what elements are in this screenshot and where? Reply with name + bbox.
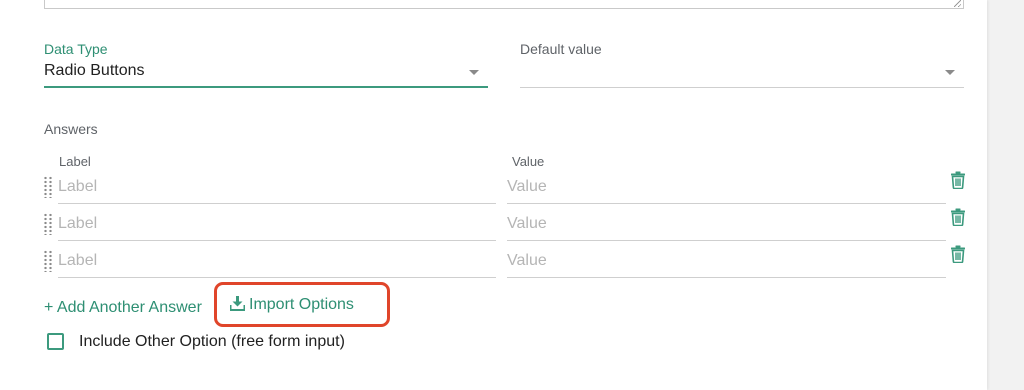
answer-label-input[interactable] <box>58 170 496 204</box>
include-other-label: Include Other Option (free form input) <box>79 333 345 350</box>
chevron-down-icon <box>945 70 955 75</box>
description-textarea[interactable] <box>44 0 964 9</box>
import-options-highlight: Import Options <box>214 282 390 327</box>
add-another-answer-link[interactable]: + Add Another Answer <box>44 299 202 317</box>
download-icon <box>230 296 245 311</box>
drag-handle-icon[interactable] <box>43 176 53 198</box>
answer-value-input[interactable] <box>507 170 946 204</box>
answer-label-input[interactable] <box>58 244 496 278</box>
chevron-down-icon <box>469 70 479 75</box>
default-value-label: Default value <box>520 41 602 57</box>
label-column-header: Label <box>59 154 91 169</box>
trash-icon[interactable] <box>950 208 966 226</box>
default-value-select[interactable] <box>520 62 964 88</box>
trash-icon[interactable] <box>950 171 966 189</box>
resize-grip-icon[interactable] <box>954 0 961 7</box>
answer-row <box>0 244 987 282</box>
answers-title: Answers <box>44 121 98 137</box>
include-other-checkbox[interactable] <box>47 333 64 350</box>
data-type-label: Data Type <box>44 41 108 57</box>
value-column-header: Value <box>512 154 545 169</box>
answer-row <box>0 170 987 208</box>
drag-handle-icon[interactable] <box>43 213 53 235</box>
answer-value-input[interactable] <box>507 244 946 278</box>
answer-row <box>0 207 987 245</box>
drag-handle-icon[interactable] <box>43 250 53 272</box>
import-options-label: Import Options <box>249 296 354 313</box>
import-options-link[interactable]: Import Options <box>230 296 354 314</box>
form-card: Data Type Radio Buttons Default value An… <box>0 0 987 390</box>
data-type-select[interactable]: Radio Buttons <box>44 62 488 88</box>
answer-label-input[interactable] <box>58 207 496 241</box>
trash-icon[interactable] <box>950 245 966 263</box>
data-type-value: Radio Buttons <box>44 62 145 79</box>
answer-value-input[interactable] <box>507 207 946 241</box>
